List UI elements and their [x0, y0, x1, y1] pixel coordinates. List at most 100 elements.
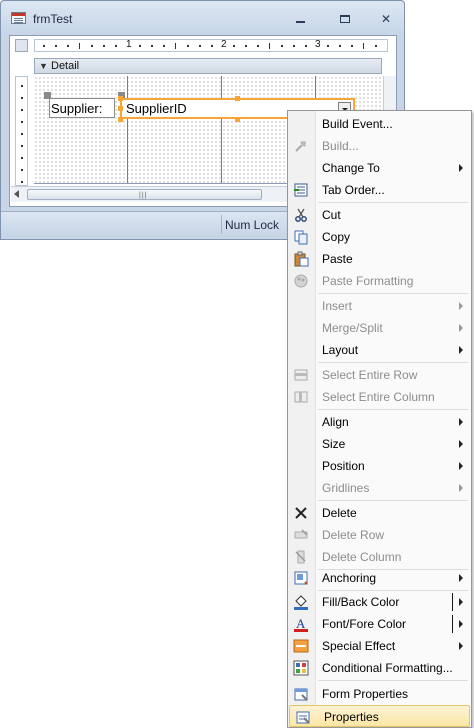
menu-item-select-entire-row[interactable]: Select Entire Row [288, 364, 471, 386]
ruler-tick [281, 45, 283, 47]
menu-label: Build Event... [322, 117, 393, 131]
menu-separator [318, 202, 468, 203]
menu-item-delete-row[interactable]: Delete Row [288, 524, 471, 546]
resize-handle[interactable] [118, 117, 123, 122]
menu-item-build[interactable]: Build... [288, 135, 471, 157]
ruler-tick [21, 109, 23, 111]
menu-label: Align [322, 415, 349, 429]
menu-label: Delete Column [322, 550, 402, 564]
menu-label: Font/Fore Color [322, 617, 407, 631]
menu-label: Fill/Back Color [322, 595, 400, 609]
menu-item-properties[interactable]: Properties [289, 705, 470, 727]
scroll-left-icon[interactable] [14, 190, 19, 198]
maximize-button[interactable] [334, 11, 356, 27]
menu-item-form-properties[interactable]: Form Properties [288, 683, 471, 705]
menu-item-size[interactable]: Size [288, 433, 471, 455]
submenu-arrow-icon [459, 598, 463, 606]
menu-item-delete-column[interactable]: Delete Column [288, 546, 471, 568]
submenu-arrow-icon [459, 462, 463, 470]
menu-label: Anchoring [322, 571, 377, 585]
ruler-tick [55, 45, 57, 47]
vertical-ruler[interactable] [15, 76, 28, 186]
menu-label: Select Entire Column [322, 390, 435, 404]
split-divider [452, 615, 453, 633]
menu-label: Tab Order... [322, 183, 385, 197]
svg-text:A: A [296, 616, 306, 631]
menu-label: Properties [324, 710, 379, 724]
menu-item-gridlines[interactable]: Gridlines [288, 477, 471, 499]
menu-label: Form Properties [322, 687, 409, 701]
ruler-tick [21, 157, 23, 159]
menu-item-delete[interactable]: Delete [288, 502, 471, 524]
supplier-label-control[interactable]: Supplier: [49, 98, 115, 118]
ruler-tick [175, 43, 176, 49]
menu-item-align[interactable]: Align [288, 411, 471, 433]
menu-label: Paste [322, 252, 353, 266]
menu-item-copy[interactable]: Copy [288, 226, 471, 248]
ruler-tick [257, 45, 259, 47]
menu-item-build-event[interactable]: Build Event... [288, 113, 471, 135]
select-column-icon [294, 391, 308, 403]
submenu-arrow-icon [459, 642, 463, 650]
menu-item-font-fore-color[interactable]: A Font/Fore Color [288, 613, 471, 635]
resize-handle[interactable] [118, 106, 123, 111]
close-button[interactable]: ✕ [375, 11, 397, 27]
menu-separator [318, 409, 468, 410]
menu-label: Cut [322, 208, 341, 222]
detail-section-bar[interactable]: ▼ Detail [34, 58, 382, 74]
ruler-tick [139, 45, 141, 47]
fill-bucket-icon [294, 595, 308, 610]
copy-icon [294, 230, 308, 245]
menu-label: Position [322, 459, 365, 473]
minimize-button[interactable] [289, 11, 311, 27]
menu-item-paste-formatting[interactable]: Paste Formatting [288, 270, 471, 292]
menu-item-conditional-formatting[interactable]: Conditional Formatting... [288, 657, 471, 679]
build-icon [295, 141, 306, 152]
menu-label: Conditional Formatting... [322, 661, 453, 675]
menu-item-fill-back-color[interactable]: Fill/Back Color [288, 591, 471, 613]
form-properties-icon [294, 688, 308, 701]
resize-handle[interactable] [118, 96, 123, 101]
title-bar[interactable]: frmTest ✕ [1, 1, 404, 35]
ruler-tick [351, 45, 353, 47]
submenu-arrow-icon [459, 302, 463, 310]
menu-item-insert[interactable]: Insert [288, 295, 471, 317]
menu-item-tab-order[interactable]: Tab Order... [288, 179, 471, 201]
menu-item-position[interactable]: Position [288, 455, 471, 477]
ruler-tick [327, 45, 329, 47]
delete-x-icon [295, 507, 307, 519]
menu-item-change-to[interactable]: Change To [288, 157, 471, 179]
ruler-tick [305, 45, 307, 47]
scroll-thumb[interactable]: ||| [27, 189, 262, 200]
menu-item-select-entire-column[interactable]: Select Entire Column [288, 386, 471, 408]
ruler-tick [91, 45, 93, 47]
menu-label: Layout [322, 343, 359, 357]
menu-item-layout[interactable]: Layout [288, 339, 471, 361]
resize-handle[interactable] [235, 117, 240, 122]
menu-separator [318, 293, 468, 294]
minimize-icon [295, 21, 305, 23]
paste-icon [294, 251, 309, 267]
context-menu: Build Event... Build... Change To Tab Or… [287, 110, 472, 728]
ruler-tick [21, 97, 23, 99]
submenu-arrow-icon [459, 418, 463, 426]
submenu-arrow-icon [459, 346, 463, 354]
delete-column-icon [295, 550, 306, 564]
menu-label: Merge/Split [322, 321, 383, 335]
ruler-tick [163, 45, 165, 47]
font-color-icon: A [294, 616, 308, 632]
ruler-tick [375, 45, 377, 47]
section-collapse-icon: ▼ [39, 61, 48, 71]
menu-item-special-effect[interactable]: Special Effect [288, 635, 471, 657]
menu-item-merge-split[interactable]: Merge/Split [288, 317, 471, 339]
conditional-formatting-icon [293, 660, 309, 676]
resize-handle[interactable] [235, 96, 240, 101]
form-selector[interactable] [15, 39, 28, 52]
menu-item-anchoring[interactable]: Anchoring [288, 567, 471, 589]
tab-order-icon [294, 183, 308, 197]
menu-item-cut[interactable]: Cut [288, 204, 471, 226]
menu-separator [318, 680, 468, 681]
horizontal-ruler[interactable]: 1 2 3 [34, 39, 388, 52]
menu-label: Special Effect [322, 639, 396, 653]
menu-item-paste[interactable]: Paste [288, 248, 471, 270]
